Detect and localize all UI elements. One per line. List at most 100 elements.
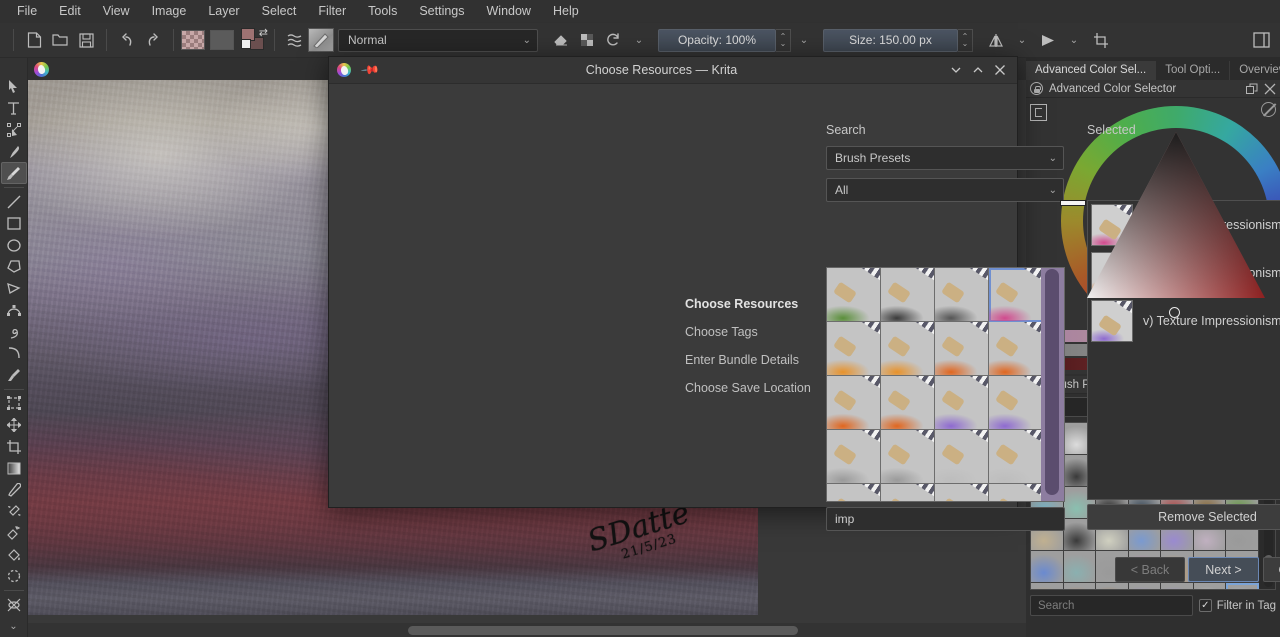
text-tool[interactable]	[1, 98, 27, 120]
scrollbar-thumb[interactable]	[1045, 269, 1059, 495]
mirror-horizontal-icon[interactable]	[983, 27, 1009, 53]
back-button[interactable]: < Back	[1115, 557, 1185, 582]
menu-item-edit[interactable]: Edit	[48, 2, 92, 21]
menu-item-layer[interactable]: Layer	[197, 2, 250, 21]
bezier-curve-tool[interactable]	[1, 299, 27, 321]
resource-grid-item[interactable]	[827, 268, 881, 322]
tab-advanced-color-selector[interactable]: Advanced Color Sel...	[1026, 61, 1157, 80]
choose-resources-dialog[interactable]: 📌 Choose Resources — Krita Search Select…	[328, 56, 1280, 582]
menu-item-help[interactable]: Help	[542, 2, 590, 21]
mirror-h-chevron-icon[interactable]: ⌄	[1009, 27, 1035, 53]
transparency-checker-swatch[interactable]	[181, 30, 205, 50]
resource-grid-item[interactable]	[935, 430, 989, 484]
colorize-mask-tool[interactable]	[1, 501, 27, 523]
redo-icon[interactable]	[140, 27, 166, 53]
preserve-alpha-icon[interactable]	[574, 27, 600, 53]
ellipse-tool[interactable]	[1, 234, 27, 256]
brush-preset-item[interactable]	[1096, 583, 1129, 589]
polygon-tool[interactable]	[1, 256, 27, 278]
resource-grid-item[interactable]	[881, 376, 935, 430]
brush-preset-item[interactable]	[1063, 551, 1097, 583]
resource-results-grid[interactable]	[826, 267, 1065, 502]
resource-grid-item[interactable]	[881, 484, 935, 501]
eyedropper-icon[interactable]	[1, 479, 27, 501]
shade-triangle[interactable]	[1083, 128, 1269, 314]
canvas-horizontal-scrollbar[interactable]	[28, 623, 1026, 637]
rectangle-tool[interactable]	[1, 213, 27, 235]
opacity-slider[interactable]: Opacity: 100%	[658, 28, 776, 52]
save-icon[interactable]	[73, 27, 99, 53]
undo-icon[interactable]	[114, 27, 140, 53]
resource-search-input[interactable]: imp	[826, 507, 1065, 531]
next-button[interactable]: Next >	[1188, 557, 1259, 582]
tag-filter-select[interactable]: All ⌄	[826, 178, 1064, 202]
calligraphy-tool[interactable]	[1, 141, 27, 163]
resource-grid-item[interactable]	[827, 484, 881, 501]
selector-settings-icon[interactable]	[1030, 104, 1047, 121]
resource-grid-item[interactable]	[827, 322, 881, 376]
transform-tool[interactable]	[1, 393, 27, 415]
enclose-fill-icon[interactable]	[1, 565, 27, 587]
step-choose-save-location[interactable]: Choose Save Location	[685, 381, 811, 395]
gradient-tool[interactable]	[1, 457, 27, 479]
paint-bucket-icon[interactable]	[1, 544, 27, 566]
opacity-options-chevron-icon[interactable]: ⌄	[791, 27, 817, 53]
brush-preset-item[interactable]	[1128, 583, 1162, 589]
resource-type-select[interactable]: Brush Presets ⌄	[826, 146, 1064, 170]
wrap-around-icon[interactable]	[1087, 27, 1113, 53]
dynamic-brush-tool[interactable]	[1, 342, 27, 364]
mirror-vertical-icon[interactable]	[1035, 27, 1061, 53]
cancel-button[interactable]: Cancel	[1263, 557, 1280, 582]
close-icon[interactable]	[989, 60, 1011, 80]
brush-preset-item[interactable]	[1161, 583, 1194, 589]
multibrush-tool[interactable]	[1, 364, 27, 386]
new-document-icon[interactable]	[21, 27, 47, 53]
crop-tool[interactable]	[1, 436, 27, 458]
edit-shapes-tool[interactable]	[1, 119, 27, 141]
assistant-icon[interactable]	[1, 594, 27, 616]
resource-grid-item[interactable]	[935, 322, 989, 376]
step-choose-tags[interactable]: Choose Tags	[685, 325, 811, 339]
open-folder-icon[interactable]	[47, 27, 73, 53]
tab-overview[interactable]: Overview	[1230, 61, 1280, 80]
resource-grid-item[interactable]	[989, 484, 1043, 501]
lock-icon[interactable]	[1030, 82, 1043, 95]
polyline-tool[interactable]	[1, 278, 27, 300]
resource-grid-item[interactable]	[881, 322, 935, 376]
workspace-switcher-icon[interactable]	[1248, 27, 1274, 53]
pattern-icon[interactable]	[308, 28, 334, 52]
freehand-path-tool[interactable]	[1, 321, 27, 343]
resource-grid-item[interactable]	[881, 268, 935, 322]
gray-swatch[interactable]	[210, 30, 234, 50]
line-tool[interactable]	[1, 191, 27, 213]
move-tool[interactable]	[1, 414, 27, 436]
smart-patch-tool[interactable]	[1, 522, 27, 544]
menu-item-window[interactable]: Window	[476, 2, 542, 21]
menu-item-select[interactable]: Select	[251, 2, 308, 21]
resource-grid-item[interactable]	[989, 322, 1043, 376]
filter-in-tag-checkbox[interactable]: ✓ Filter in Tag	[1198, 599, 1276, 612]
brush-preset-item[interactable]	[1031, 551, 1064, 583]
brush-preset-item[interactable]	[1226, 583, 1259, 589]
step-enter-bundle-details[interactable]: Enter Bundle Details	[685, 353, 811, 367]
hue-marker[interactable]	[1061, 201, 1085, 205]
no-color-icon[interactable]	[1261, 102, 1276, 117]
menu-item-view[interactable]: View	[92, 2, 141, 21]
minimize-icon[interactable]	[945, 60, 967, 80]
maximize-icon[interactable]	[967, 60, 989, 80]
step-choose-resources[interactable]: Choose Resources	[685, 297, 811, 311]
menu-item-tools[interactable]: Tools	[357, 2, 408, 21]
menu-item-file[interactable]: File	[6, 2, 48, 21]
resource-grid-item[interactable]	[935, 484, 989, 501]
remove-selected-button[interactable]: Remove Selected	[1087, 504, 1280, 530]
select-shapes-tool[interactable]	[1, 76, 27, 98]
resource-grid-item[interactable]	[935, 376, 989, 430]
checkbox-box[interactable]: ✓	[1198, 599, 1212, 612]
brush-preset-item[interactable]	[1031, 583, 1064, 589]
menu-item-image[interactable]: Image	[141, 2, 198, 21]
resource-grid-item[interactable]	[989, 376, 1043, 430]
reload-options-chevron-icon[interactable]: ⌄	[626, 27, 652, 53]
close-icon[interactable]	[1264, 83, 1276, 95]
resource-grid-item[interactable]	[935, 268, 989, 322]
blending-mode-select[interactable]: Normal ⌄	[338, 28, 538, 52]
